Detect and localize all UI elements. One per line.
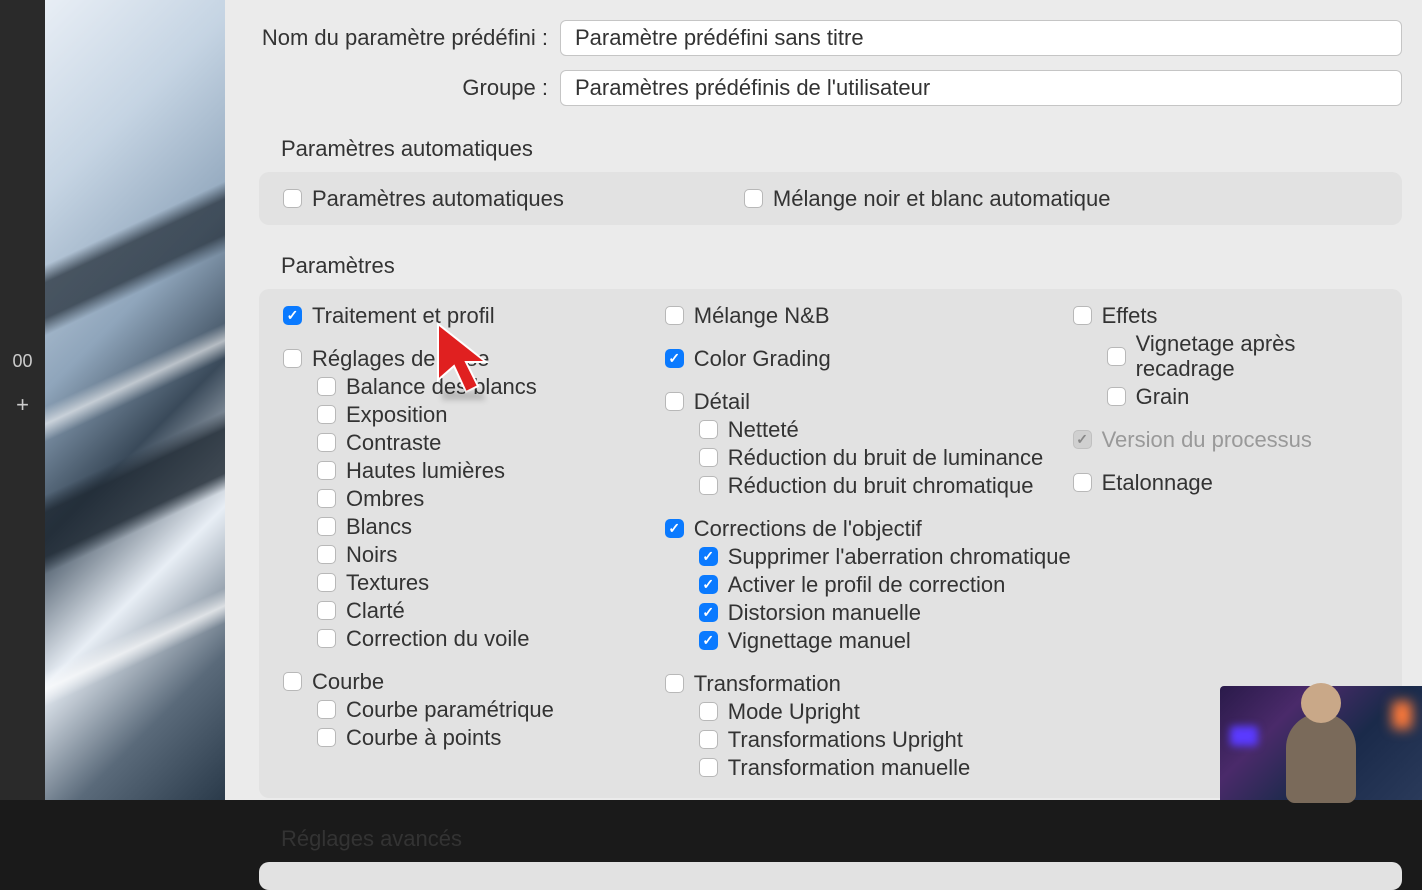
preset-name-label: Nom du paramètre prédéfini : (225, 25, 560, 51)
bw-mix-label: Mélange N&B (694, 303, 830, 328)
highlights-checkbox[interactable] (317, 461, 336, 480)
add-icon[interactable]: + (0, 380, 45, 430)
textures-label: Textures (346, 570, 429, 595)
param-curve-checkbox[interactable] (317, 700, 336, 719)
highlights-label: Hautes lumières (346, 458, 505, 483)
webcam-overlay (1220, 686, 1422, 800)
calibration-label: Etalonnage (1102, 470, 1213, 495)
blacks-checkbox[interactable] (317, 545, 336, 564)
expo-label: Exposition (346, 402, 448, 427)
auto-params-label: Paramètres automatiques (312, 186, 564, 211)
lens-corr-checkbox[interactable] (665, 519, 684, 538)
enable-profile-label: Activer le profil de correction (728, 572, 1006, 597)
expo-checkbox[interactable] (317, 405, 336, 424)
post-vig-label: Vignetage après recadrage (1136, 331, 1378, 381)
bw-auto-checkbox[interactable] (744, 189, 763, 208)
lens-corr-label: Corrections de l'objectif (694, 516, 922, 541)
point-curve-checkbox[interactable] (317, 728, 336, 747)
color-grading-checkbox[interactable] (665, 349, 684, 368)
upright-trans-label: Transformations Upright (728, 727, 963, 752)
remove-ca-checkbox[interactable] (699, 547, 718, 566)
manual-trans-checkbox[interactable] (699, 758, 718, 777)
effects-label: Effets (1102, 303, 1158, 328)
preset-dialog: Nom du paramètre prédéfini : Groupe : Pa… (225, 0, 1422, 800)
textures-checkbox[interactable] (317, 573, 336, 592)
whites-checkbox[interactable] (317, 517, 336, 536)
auto-params-checkbox[interactable] (283, 189, 302, 208)
auto-params-header: Paramètres automatiques (225, 120, 1422, 172)
whites-label: Blancs (346, 514, 412, 539)
blacks-label: Noirs (346, 542, 397, 567)
group-select[interactable] (560, 70, 1402, 106)
auto-params-box: Paramètres automatiques Mélange noir et … (259, 172, 1402, 225)
lum-noise-checkbox[interactable] (699, 448, 718, 467)
point-curve-label: Courbe à points (346, 725, 501, 750)
calibration-checkbox[interactable] (1073, 473, 1092, 492)
basic-checkbox[interactable] (283, 349, 302, 368)
detail-label: Détail (694, 389, 750, 414)
dehaze-label: Correction du voile (346, 626, 529, 651)
detail-checkbox[interactable] (665, 392, 684, 411)
lum-noise-label: Réduction du bruit de luminance (728, 445, 1044, 470)
curve-label: Courbe (312, 669, 384, 694)
curve-checkbox[interactable] (283, 672, 302, 691)
bw-auto-label: Mélange noir et blanc automatique (773, 186, 1111, 211)
clarity-label: Clarté (346, 598, 405, 623)
value-readout: 00 (0, 343, 45, 380)
contrast-checkbox[interactable] (317, 433, 336, 452)
photo-preview (45, 0, 225, 800)
sharpness-label: Netteté (728, 417, 799, 442)
group-label: Groupe : (225, 75, 560, 101)
manual-vig-checkbox[interactable] (699, 631, 718, 650)
chrom-noise-label: Réduction du bruit chromatique (728, 473, 1034, 498)
effects-checkbox[interactable] (1073, 306, 1092, 325)
params-header: Paramètres (225, 237, 1422, 289)
remove-ca-label: Supprimer l'aberration chromatique (728, 544, 1071, 569)
grain-checkbox[interactable] (1107, 387, 1126, 406)
treatment-checkbox[interactable] (283, 306, 302, 325)
dehaze-checkbox[interactable] (317, 629, 336, 648)
shadows-checkbox[interactable] (317, 489, 336, 508)
manual-vig-label: Vignettage manuel (728, 628, 911, 653)
advanced-header: Réglages avancés (225, 810, 1422, 862)
treatment-label: Traitement et profil (312, 303, 495, 328)
post-vig-checkbox[interactable] (1107, 347, 1126, 366)
param-curve-label: Courbe paramétrique (346, 697, 554, 722)
wb-label: Balance des blancs (346, 374, 537, 399)
preset-name-input[interactable] (560, 20, 1402, 56)
wb-checkbox[interactable] (317, 377, 336, 396)
upright-label: Mode Upright (728, 699, 860, 724)
bw-mix-checkbox[interactable] (665, 306, 684, 325)
transform-checkbox[interactable] (665, 674, 684, 693)
transform-label: Transformation (694, 671, 841, 696)
left-toolbar: 00 + (0, 0, 45, 800)
process-ver-label: Version du processus (1102, 427, 1312, 452)
upright-checkbox[interactable] (699, 702, 718, 721)
basic-label: Réglages de base (312, 346, 489, 371)
upright-trans-checkbox[interactable] (699, 730, 718, 749)
manual-trans-label: Transformation manuelle (728, 755, 971, 780)
advanced-box (259, 862, 1402, 890)
color-grading-label: Color Grading (694, 346, 831, 371)
contrast-label: Contraste (346, 430, 441, 455)
enable-profile-checkbox[interactable] (699, 575, 718, 594)
clarity-checkbox[interactable] (317, 601, 336, 620)
sharpness-checkbox[interactable] (699, 420, 718, 439)
process-ver-checkbox (1073, 430, 1092, 449)
grain-label: Grain (1136, 384, 1190, 409)
manual-dist-label: Distorsion manuelle (728, 600, 921, 625)
shadows-label: Ombres (346, 486, 424, 511)
chrom-noise-checkbox[interactable] (699, 476, 718, 495)
manual-dist-checkbox[interactable] (699, 603, 718, 622)
